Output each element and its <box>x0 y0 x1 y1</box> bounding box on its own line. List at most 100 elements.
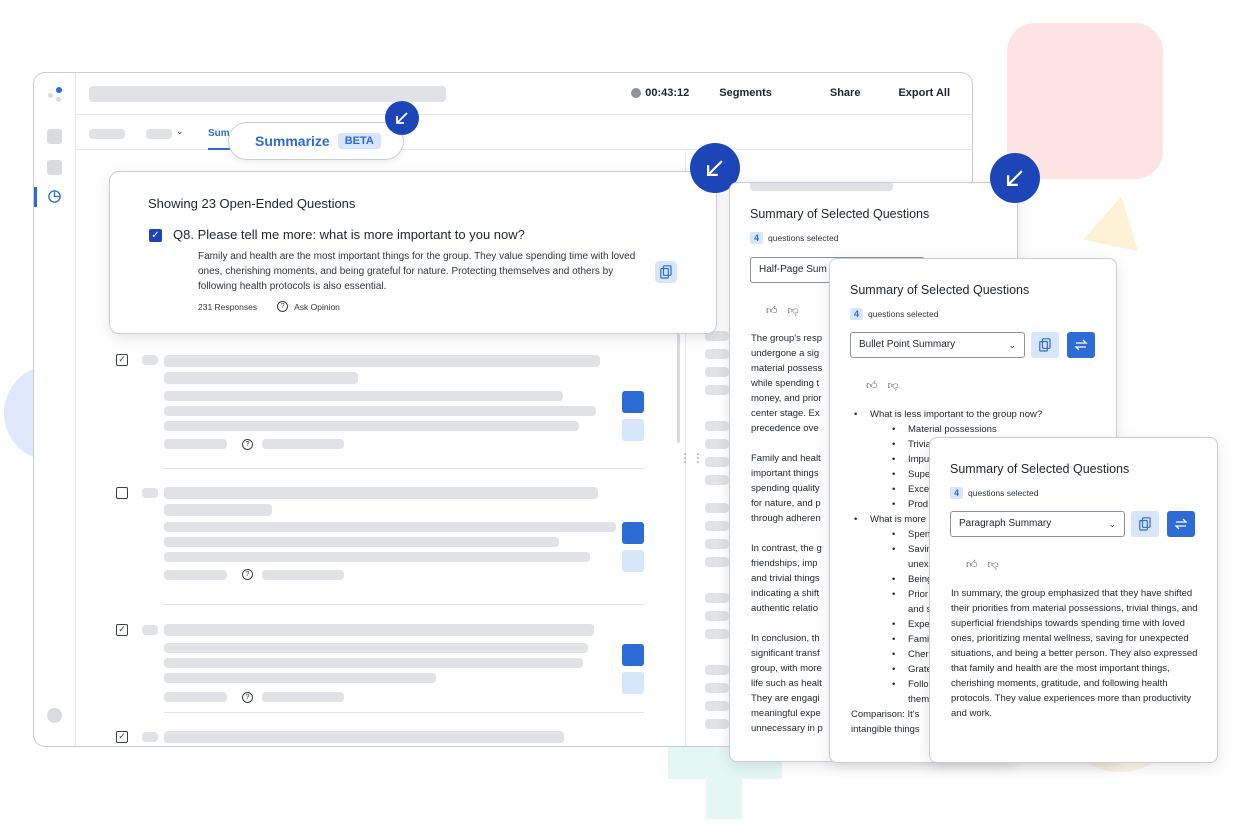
share-button[interactable]: Share <box>830 87 861 99</box>
ask-opinion-icon[interactable]: ? <box>242 439 253 450</box>
pane-placeholder <box>705 421 729 431</box>
row-placeholder <box>142 732 158 742</box>
question-summary-text: Family and health are the most important… <box>198 251 636 292</box>
export-all-button[interactable]: Export All <box>898 87 950 99</box>
sidebar-active-indicator <box>34 187 37 207</box>
tab-bar: ⌄ Sum <box>76 116 972 150</box>
thumbs-down-icon[interactable]: 👎︎ <box>988 558 999 571</box>
sidebar-item[interactable] <box>47 160 62 175</box>
user-avatar[interactable] <box>47 708 62 723</box>
row-checkbox-checked[interactable]: ✓ <box>116 731 128 743</box>
responses-count: 231 Responses <box>198 301 258 312</box>
panel-placeholder <box>750 183 893 191</box>
copy-button[interactable] <box>1031 332 1059 358</box>
pane-placeholder <box>705 611 729 621</box>
row-placeholder <box>164 355 600 367</box>
row-action-button[interactable] <box>622 522 644 544</box>
copy-icon <box>660 265 672 279</box>
row-placeholder <box>164 570 227 580</box>
row-separator <box>164 712 644 713</box>
pane-placeholder <box>705 503 729 513</box>
row-placeholder <box>164 391 563 401</box>
row-copy-button[interactable] <box>622 550 644 572</box>
row-checkbox-checked[interactable]: ✓ <box>116 624 128 636</box>
logo-icon <box>56 87 62 93</box>
row-placeholder <box>164 487 598 499</box>
sidebar <box>34 73 76 746</box>
beta-badge: BETA <box>337 133 381 149</box>
ask-opinion-button[interactable]: ? Ask Opinion <box>277 301 340 312</box>
panel-title: Summary of Selected Questions <box>950 462 1130 476</box>
drag-handle-icon[interactable]: ⋮⋮ <box>679 452 705 464</box>
thumbs-down-icon[interactable]: 👎︎ <box>888 379 899 392</box>
row-copy-button[interactable] <box>622 672 644 694</box>
selected-count-label: questions selected <box>768 233 839 243</box>
comparison-line: Comparison: It's <box>851 709 920 720</box>
pane-placeholder <box>705 475 729 485</box>
row-action-button[interactable] <box>622 391 644 413</box>
topbar: 00:43:12 Segments Share Export All <box>76 73 972 115</box>
copy-button[interactable] <box>655 261 677 283</box>
thumbs-up-icon[interactable]: 👍︎ <box>766 304 778 317</box>
tab-summary[interactable]: Sum <box>208 128 230 139</box>
row-placeholder <box>262 692 344 702</box>
regenerate-button[interactable] <box>1067 332 1095 358</box>
arrow-down-left-icon <box>990 153 1040 203</box>
recording-dot-icon <box>631 88 642 98</box>
pie-chart-icon[interactable] <box>47 189 62 204</box>
pane-placeholder <box>705 521 729 531</box>
thumbs-down-icon[interactable]: 👎︎ <box>788 304 799 317</box>
selected-count-badge: 4 <box>950 487 964 499</box>
thumbs-up-icon[interactable]: 👍︎ <box>866 379 878 392</box>
pane-placeholder <box>705 683 729 693</box>
segments-button[interactable]: Segments <box>719 87 772 99</box>
row-placeholder <box>262 439 344 449</box>
ask-opinion-icon[interactable]: ? <box>242 569 253 580</box>
summary-panel-paragraph: Summary of Selected Questions 4 question… <box>929 437 1218 763</box>
pane-placeholder <box>705 557 729 567</box>
ask-opinion-icon[interactable]: ? <box>242 692 253 703</box>
tab-placeholder[interactable] <box>89 129 125 139</box>
recording-timer: 00:43:12 <box>631 87 689 99</box>
question-checkbox-checked[interactable]: ✓ <box>149 229 162 242</box>
question-card: Showing 23 Open-Ended Questions ✓ Q8. Pl… <box>109 171 717 334</box>
row-placeholder <box>164 537 559 547</box>
row-checkbox-checked[interactable]: ✓ <box>116 354 128 366</box>
summary-type-select[interactable]: Bullet Point Summary ⌄ <box>850 332 1025 358</box>
row-copy-button[interactable] <box>622 419 644 441</box>
regenerate-icon <box>1174 518 1188 530</box>
row-placeholder <box>164 406 596 416</box>
thumbs-up-icon[interactable]: 👍︎ <box>966 558 978 571</box>
selected-count-label: questions selected <box>968 488 1039 498</box>
row-action-button[interactable] <box>622 644 644 666</box>
question-count-heading: Showing 23 Open-Ended Questions <box>148 196 356 211</box>
regenerate-button[interactable] <box>1167 511 1195 537</box>
summary-type-value: Paragraph Summary <box>959 518 1052 529</box>
copy-button[interactable] <box>1131 511 1159 537</box>
row-checkbox[interactable] <box>116 487 128 499</box>
row-placeholder <box>164 372 358 384</box>
pane-placeholder <box>705 665 729 675</box>
pane-placeholder <box>705 593 729 603</box>
row-placeholder <box>164 552 590 562</box>
row-placeholder <box>164 421 579 431</box>
row-separator <box>164 604 644 605</box>
pane-placeholder <box>705 367 729 377</box>
row-placeholder <box>164 504 272 516</box>
selected-count-label: questions selected <box>868 309 939 319</box>
pane-placeholder <box>705 629 729 639</box>
summary-type-select[interactable]: Paragraph Summary ⌄ <box>950 511 1125 537</box>
pane-placeholder <box>705 539 729 549</box>
chevron-down-icon[interactable]: ⌄ <box>176 126 184 137</box>
tab-placeholder[interactable] <box>146 129 172 139</box>
decor-yellow-triangle <box>1083 190 1149 252</box>
comparison-line: intangible things <box>851 724 920 735</box>
summarize-button[interactable]: Summarize BETA <box>228 122 404 160</box>
row-placeholder <box>164 692 227 702</box>
decor-pink-square <box>1007 23 1163 179</box>
row-placeholder <box>164 643 588 653</box>
summary-type-value: Half-Page Sum <box>759 264 827 275</box>
chevron-down-icon: ⌄ <box>1108 519 1116 529</box>
question-text: Q8. Please tell me more: what is more im… <box>173 227 525 242</box>
sidebar-item[interactable] <box>47 129 62 144</box>
